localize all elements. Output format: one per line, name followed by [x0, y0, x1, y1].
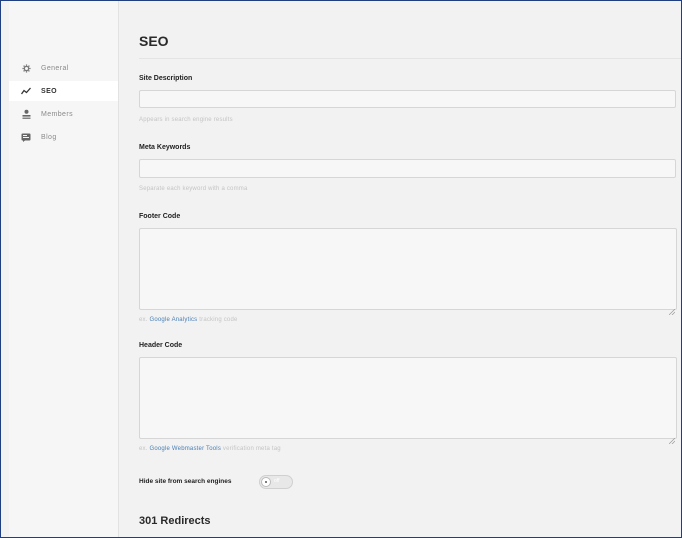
sidebar-item-label: Members	[41, 110, 73, 118]
hint-prefix: ex.	[139, 317, 150, 323]
trend-icon	[21, 86, 31, 96]
sidebar-item-label: General	[41, 64, 69, 72]
hint-suffix: tracking code	[197, 317, 238, 323]
user-icon	[21, 109, 31, 119]
redirects-section-title: 301 Redirects	[139, 515, 211, 527]
toggle-state-text: off	[274, 478, 280, 484]
sidebar-item-label: SEO	[41, 87, 57, 95]
hint-suffix: verification meta tag	[221, 446, 281, 452]
google-analytics-link[interactable]: Google Analytics	[149, 317, 197, 323]
gear-icon	[21, 63, 31, 73]
header-code-label: Header Code	[139, 342, 183, 349]
sidebar: General SEO Members Blog	[9, 1, 119, 537]
sidebar-item-members[interactable]: Members	[9, 104, 118, 124]
site-description-hint: Appears in search engine results	[139, 117, 233, 123]
header-code-textarea[interactable]	[139, 357, 677, 445]
google-webmaster-tools-link[interactable]: Google Webmaster Tools	[149, 446, 221, 452]
sidebar-item-seo[interactable]: SEO	[9, 81, 118, 101]
resize-handle-icon[interactable]	[668, 431, 676, 445]
sidebar-item-label: Blog	[41, 133, 57, 141]
site-description-input[interactable]	[139, 90, 676, 108]
hide-site-toggle[interactable]: off	[259, 475, 293, 489]
app-window: General SEO Members Blog SEO Site Descri…	[0, 0, 682, 538]
resize-handle-icon[interactable]	[668, 302, 676, 316]
meta-keywords-label: Meta Keywords	[139, 144, 191, 151]
sidebar-item-general[interactable]: General	[9, 58, 118, 78]
hide-site-label: Hide site from search engines	[139, 478, 232, 485]
page-title: SEO	[139, 33, 169, 49]
main-content: SEO Site Description Appears in search e…	[119, 1, 681, 537]
hint-prefix: ex.	[139, 446, 150, 452]
toggle-knob	[261, 477, 271, 487]
footer-code-hint: ex. Google Analytics tracking code	[139, 317, 238, 323]
meta-keywords-hint: Separate each keyword with a comma	[139, 186, 248, 192]
title-divider	[139, 58, 681, 59]
site-description-label: Site Description	[139, 75, 193, 82]
header-code-hint: ex. Google Webmaster Tools verification …	[139, 446, 281, 452]
meta-keywords-input[interactable]	[139, 159, 676, 178]
sidebar-item-blog[interactable]: Blog	[9, 127, 118, 147]
footer-code-label: Footer Code	[139, 213, 181, 220]
blog-icon	[21, 132, 31, 142]
footer-code-textarea[interactable]	[139, 228, 677, 316]
